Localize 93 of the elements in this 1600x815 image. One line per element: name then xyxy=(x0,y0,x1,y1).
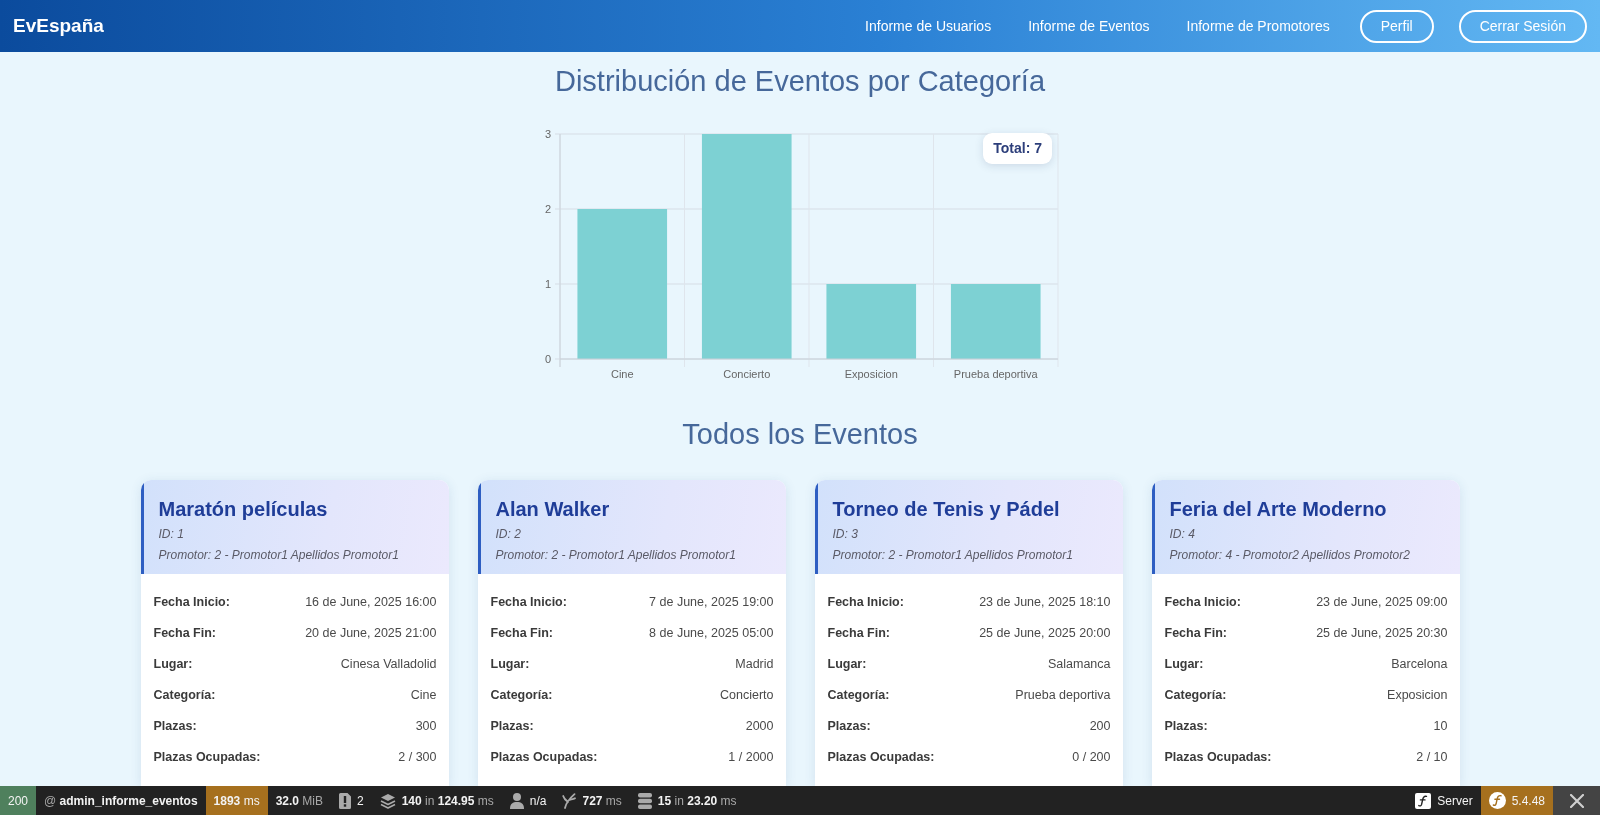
axis-category-label: Prueba deportiva xyxy=(953,368,1038,380)
event-title: Feria del Arte Moderno xyxy=(1169,497,1388,522)
toolbar-item[interactable]: 140 in 124.95 ms xyxy=(371,786,502,815)
field-value: 10 xyxy=(1433,718,1448,733)
logo-icon xyxy=(1415,792,1432,809)
field-value: 2 / 300 xyxy=(398,749,437,764)
event-id: ID: 1 xyxy=(158,526,185,543)
field-label: Lugar: xyxy=(153,656,193,671)
promoter-text: Promotor: 2 - Promotor1 Apellidos Promotor1 xyxy=(495,547,737,564)
field-label: Plazas Ocupadas: xyxy=(1164,749,1272,764)
toolbar-item[interactable]: Server xyxy=(1407,786,1481,815)
axis-category-label: Cine xyxy=(610,368,634,380)
field-value: Concierto xyxy=(720,687,774,702)
field-value: Prueba deportiva xyxy=(1015,687,1111,702)
promoter-text: Promotor: 4 - Promotor2 Apellidos Promotor2 xyxy=(1169,547,1411,564)
event-title: Maratón películas xyxy=(158,497,329,522)
field-label: Plazas: xyxy=(153,718,197,733)
event-title: Alan Walker xyxy=(495,497,611,522)
field-label: Plazas: xyxy=(490,718,534,733)
field-label: Categoría: xyxy=(153,687,216,702)
field-label: Plazas: xyxy=(827,718,871,733)
field-label: Plazas Ocupadas: xyxy=(490,749,598,764)
close-icon xyxy=(1569,793,1584,808)
database-icon xyxy=(637,792,652,809)
field-value: 300 xyxy=(415,718,437,733)
toolbar-item[interactable]: n/a xyxy=(501,786,555,815)
axis-tick-label: 2 xyxy=(544,203,551,215)
field-label: Fecha Inicio: xyxy=(1164,594,1241,609)
nav-link[interactable]: Informe de Usuarios xyxy=(865,18,992,34)
section-title: Todos los Eventos xyxy=(682,417,918,452)
field-label: Categoría: xyxy=(1164,687,1227,702)
field-value: 1 / 2000 xyxy=(728,749,774,764)
brand-logo[interactable]: EvEspaña xyxy=(13,15,104,37)
field-label: Fecha Inicio: xyxy=(827,594,904,609)
axis-tick-label: 0 xyxy=(544,353,551,365)
toolbar-item[interactable]: 200 xyxy=(0,786,37,815)
field-label: Plazas Ocupadas: xyxy=(827,749,935,764)
total-label: Total: 7 xyxy=(983,133,1052,164)
field-value: 20 de June, 2025 21:00 xyxy=(305,625,437,640)
field-label: Fecha Fin: xyxy=(153,625,216,640)
alert-icon xyxy=(339,792,351,809)
field-label: Categoría: xyxy=(490,687,553,702)
field-value: 25 de June, 2025 20:30 xyxy=(1316,625,1448,640)
field-value: 8 de June, 2025 05:00 xyxy=(649,625,774,640)
event-id: ID: 2 xyxy=(495,526,522,543)
branch-icon xyxy=(562,792,577,809)
field-label: Fecha Fin: xyxy=(1164,625,1227,640)
field-label: Fecha Fin: xyxy=(827,625,890,640)
promoter-text: Promotor: 2 - Promotor1 Apellidos Promotor1 xyxy=(158,547,400,564)
axis-tick-label: 1 xyxy=(544,278,551,290)
field-value: Cine xyxy=(410,687,437,702)
field-value: Cinesa Valladolid xyxy=(340,656,437,671)
toolbar-item[interactable]: 5.4.48 xyxy=(1480,786,1553,815)
field-label: Lugar: xyxy=(1164,656,1204,671)
toolbar-item[interactable]: 2 xyxy=(331,786,372,815)
field-value: 25 de June, 2025 20:00 xyxy=(979,625,1111,640)
field-label: Lugar: xyxy=(827,656,867,671)
field-value: 0 / 200 xyxy=(1072,749,1111,764)
field-value: Barcelona xyxy=(1391,656,1448,671)
toolbar-item[interactable]: 727 ms xyxy=(554,786,630,815)
toolbar-item[interactable]: 32.0 MiB xyxy=(267,786,331,815)
field-label: Fecha Inicio: xyxy=(153,594,230,609)
axis-tick-label: 3 xyxy=(544,128,551,140)
event-id: ID: 4 xyxy=(1169,526,1196,543)
toolbar-item[interactable]: 15 in 23.20 ms xyxy=(629,786,745,815)
field-value: Salamanca xyxy=(1047,656,1111,671)
layers-icon xyxy=(379,792,396,809)
axis-category-label: Concierto xyxy=(723,368,771,380)
field-value: Madrid xyxy=(735,656,774,671)
field-label: Fecha Fin: xyxy=(490,625,553,640)
field-value: Exposicion xyxy=(1387,687,1448,702)
field-value: 16 de June, 2025 16:00 xyxy=(305,594,437,609)
person-icon xyxy=(509,792,524,809)
axis-category-label: Exposicion xyxy=(844,368,898,380)
toolbar-item[interactable]: @ admin_informe_eventos xyxy=(36,786,206,815)
toolbar-item[interactable]: 1893 ms xyxy=(205,786,268,815)
event-id: ID: 3 xyxy=(832,526,859,543)
field-label: Lugar: xyxy=(490,656,530,671)
field-value: 2 / 10 xyxy=(1416,749,1448,764)
field-value: 2000 xyxy=(745,718,774,733)
close-button[interactable] xyxy=(1553,786,1600,815)
field-label: Fecha Inicio: xyxy=(490,594,567,609)
field-label: Plazas: xyxy=(1164,718,1208,733)
event-title: Torneo de Tenis y Pádel xyxy=(832,497,1061,522)
field-label: Categoría: xyxy=(827,687,890,702)
field-value: 7 de June, 2025 19:00 xyxy=(649,594,774,609)
field-value: 23 de June, 2025 09:00 xyxy=(1316,594,1448,609)
field-value: 200 xyxy=(1089,718,1111,733)
field-value: 23 de June, 2025 18:10 xyxy=(979,594,1111,609)
chart-title: Distribución de Eventos por Categoría xyxy=(554,64,1045,99)
logo-icon xyxy=(1488,792,1506,809)
field-label: Plazas Ocupadas: xyxy=(153,749,261,764)
promoter-text: Promotor: 2 - Promotor1 Apellidos Promotor1 xyxy=(832,547,1074,564)
